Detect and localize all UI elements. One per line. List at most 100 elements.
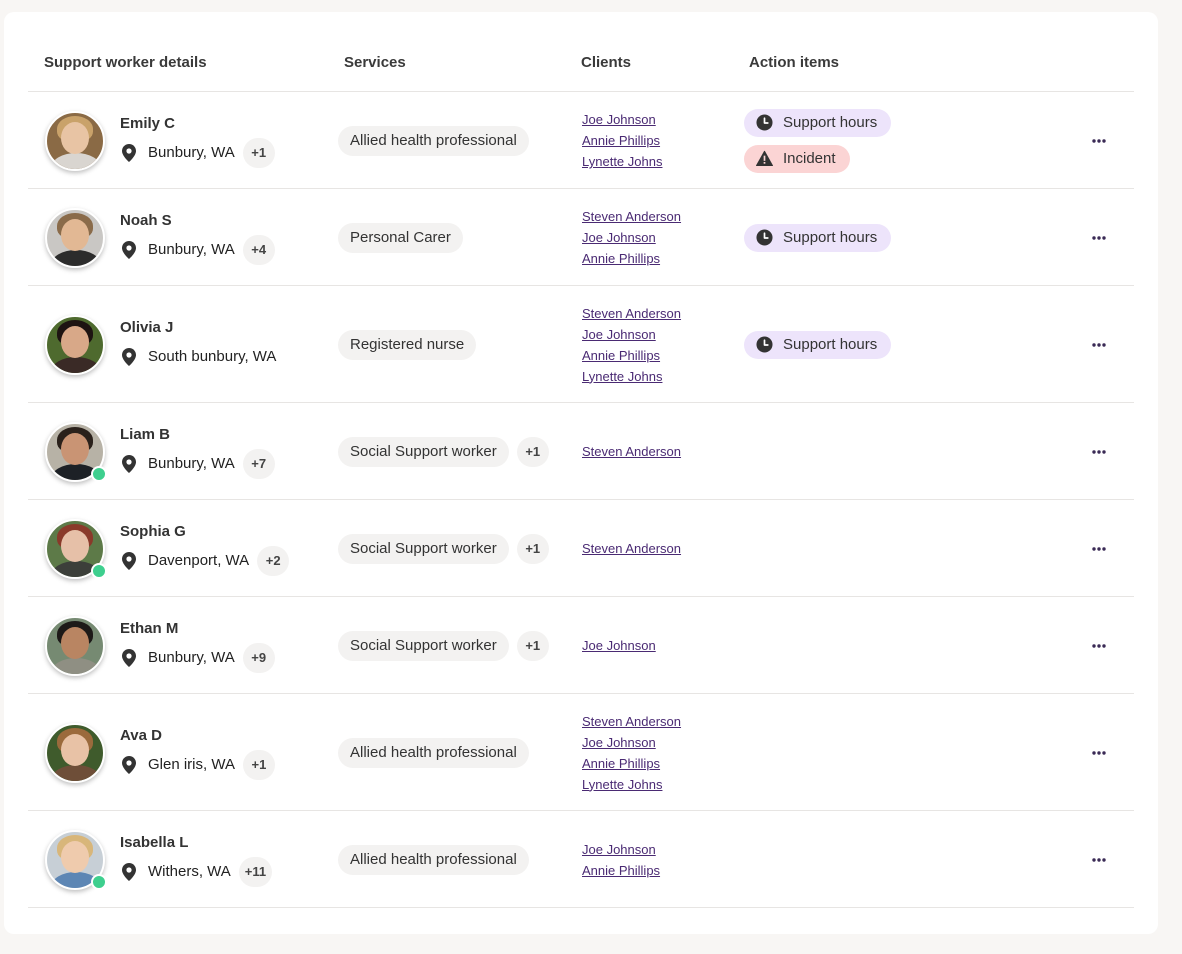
client-link[interactable]: Steven Anderson [582,538,681,559]
table-row[interactable]: Noah S Bunbury, WA +4 Personal Carer Steven … [28,189,1134,286]
more-horizontal-icon[interactable] [1088,231,1110,245]
table-row[interactable]: Emily C Bunbury, WA +1 Allied health profes… [28,92,1134,189]
more-horizontal-icon[interactable] [1088,338,1110,352]
service-chip: Allied health professional [338,737,529,768]
client-link[interactable]: Lynette Johns [582,366,681,387]
client-link[interactable]: Steven Anderson [582,441,681,462]
service-chip: Allied health professional [338,844,529,875]
map-pin-icon [122,551,136,570]
client-link[interactable]: Joe Johnson [582,635,656,656]
more-locations-badge[interactable]: +1 [242,749,275,780]
worker-name[interactable]: Ethan M [120,620,178,637]
warning-icon [756,150,773,167]
more-locations-badge[interactable]: +7 [242,448,275,479]
worker-name[interactable]: Sophia G [120,523,186,540]
avatar [45,314,105,375]
more-horizontal-icon[interactable] [1088,639,1110,653]
client-link[interactable]: Joe Johnson [582,324,681,345]
client-link[interactable]: Steven Anderson [582,711,681,732]
badge-label: Support hours [783,114,878,131]
client-link[interactable]: Lynette Johns [582,151,662,172]
client-link[interactable]: Joe Johnson [582,839,660,860]
table-row[interactable]: Isabella L Withers, WA +11 Allied health pr… [28,811,1134,908]
table-row[interactable]: Sophia G Davenport, WA +2 Social Support wo… [28,500,1134,597]
service-cell: Social Support worker +1 [338,436,549,467]
online-status-dot [91,465,107,482]
clients-list: Steven Anderson Joe Johnson Annie Phillips [582,206,681,269]
service-cell: Registered nurse [338,329,477,360]
location-text: Glen iris, WA [148,756,235,773]
badge-label: Support hours [783,229,878,246]
client-link[interactable]: Annie Phillips [582,753,681,774]
more-locations-badge[interactable]: +2 [257,545,290,576]
clients-list: Steven Anderson Joe Johnson Annie Phillips… [582,711,681,795]
service-cell: Social Support worker +1 [338,533,549,564]
client-link[interactable]: Joe Johnson [582,227,681,248]
badge-label: Support hours [783,336,878,353]
worker-name[interactable]: Noah S [120,212,172,229]
worker-name[interactable]: Emily C [120,115,175,132]
client-link[interactable]: Annie Phillips [582,345,681,366]
more-horizontal-icon[interactable] [1088,746,1110,760]
more-horizontal-icon[interactable] [1088,853,1110,867]
worker-location: Bunbury, WA +1 [122,137,275,168]
table-row[interactable]: Liam B Bunbury, WA +7 Social Support worker… [28,403,1134,500]
map-pin-icon [122,755,136,774]
clock-icon [756,336,773,353]
service-chip: Social Support worker [338,436,509,467]
service-cell: Personal Carer [338,222,463,253]
worker-name[interactable]: Isabella L [120,834,188,851]
location-text: Withers, WA [148,863,231,880]
location-text: Bunbury, WA [148,455,235,472]
table-row[interactable]: Ava D Glen iris, WA +1 Allied health profes… [28,694,1134,811]
more-locations-badge[interactable]: +9 [242,642,275,673]
table-row[interactable]: Ethan M Bunbury, WA +9 Social Support worke… [28,597,1134,694]
column-header-action-items[interactable]: Action items [749,54,839,71]
map-pin-icon [122,454,136,473]
more-services-badge[interactable]: +1 [516,533,549,564]
clock-icon [756,229,773,246]
more-services-badge[interactable]: +1 [516,436,549,467]
client-link[interactable]: Joe Johnson [582,732,681,753]
more-horizontal-icon[interactable] [1088,445,1110,459]
client-link[interactable]: Annie Phillips [582,248,681,269]
more-locations-badge[interactable]: +1 [242,137,275,168]
client-link[interactable]: Steven Anderson [582,206,681,227]
support-hours-badge[interactable]: Support hours [744,223,892,252]
clients-list: Joe Johnson Annie Phillips Lynette Johns [582,109,662,172]
table-header: Support worker details Services Clients … [28,12,1134,92]
clock-icon [756,114,773,131]
more-horizontal-icon[interactable] [1088,542,1110,556]
worker-name[interactable]: Olivia J [120,319,173,336]
more-locations-badge[interactable]: +11 [238,856,273,887]
action-items: Support hours [744,330,892,359]
column-header-clients[interactable]: Clients [581,54,631,71]
avatar [45,722,105,783]
more-locations-badge[interactable]: +4 [242,234,275,265]
map-pin-icon [122,347,136,366]
service-chip: Personal Carer [338,222,463,253]
worker-name[interactable]: Liam B [120,426,170,443]
service-cell: Allied health professional [338,737,529,768]
table-row[interactable]: Olivia J South bunbury, WA Registered nurs… [28,286,1134,403]
client-link[interactable]: Joe Johnson [582,109,662,130]
client-link[interactable]: Annie Phillips [582,860,660,881]
action-items: Support hours Incident [744,108,892,173]
column-header-worker[interactable]: Support worker details [44,54,207,71]
location-text: South bunbury, WA [148,348,277,365]
support-hours-badge[interactable]: Support hours [744,108,892,137]
more-services-badge[interactable]: +1 [516,630,549,661]
client-link[interactable]: Lynette Johns [582,774,681,795]
incident-badge[interactable]: Incident [744,144,850,173]
client-link[interactable]: Annie Phillips [582,130,662,151]
worker-name[interactable]: Ava D [120,727,162,744]
worker-location: Bunbury, WA +7 [122,448,275,479]
service-chip: Social Support worker [338,630,509,661]
support-hours-badge[interactable]: Support hours [744,330,892,359]
more-horizontal-icon[interactable] [1088,134,1110,148]
service-chip: Registered nurse [338,329,477,360]
support-workers-table: Support worker details Services Clients … [4,12,1158,934]
worker-location: South bunbury, WA [122,342,276,372]
column-header-services[interactable]: Services [344,54,406,71]
client-link[interactable]: Steven Anderson [582,303,681,324]
